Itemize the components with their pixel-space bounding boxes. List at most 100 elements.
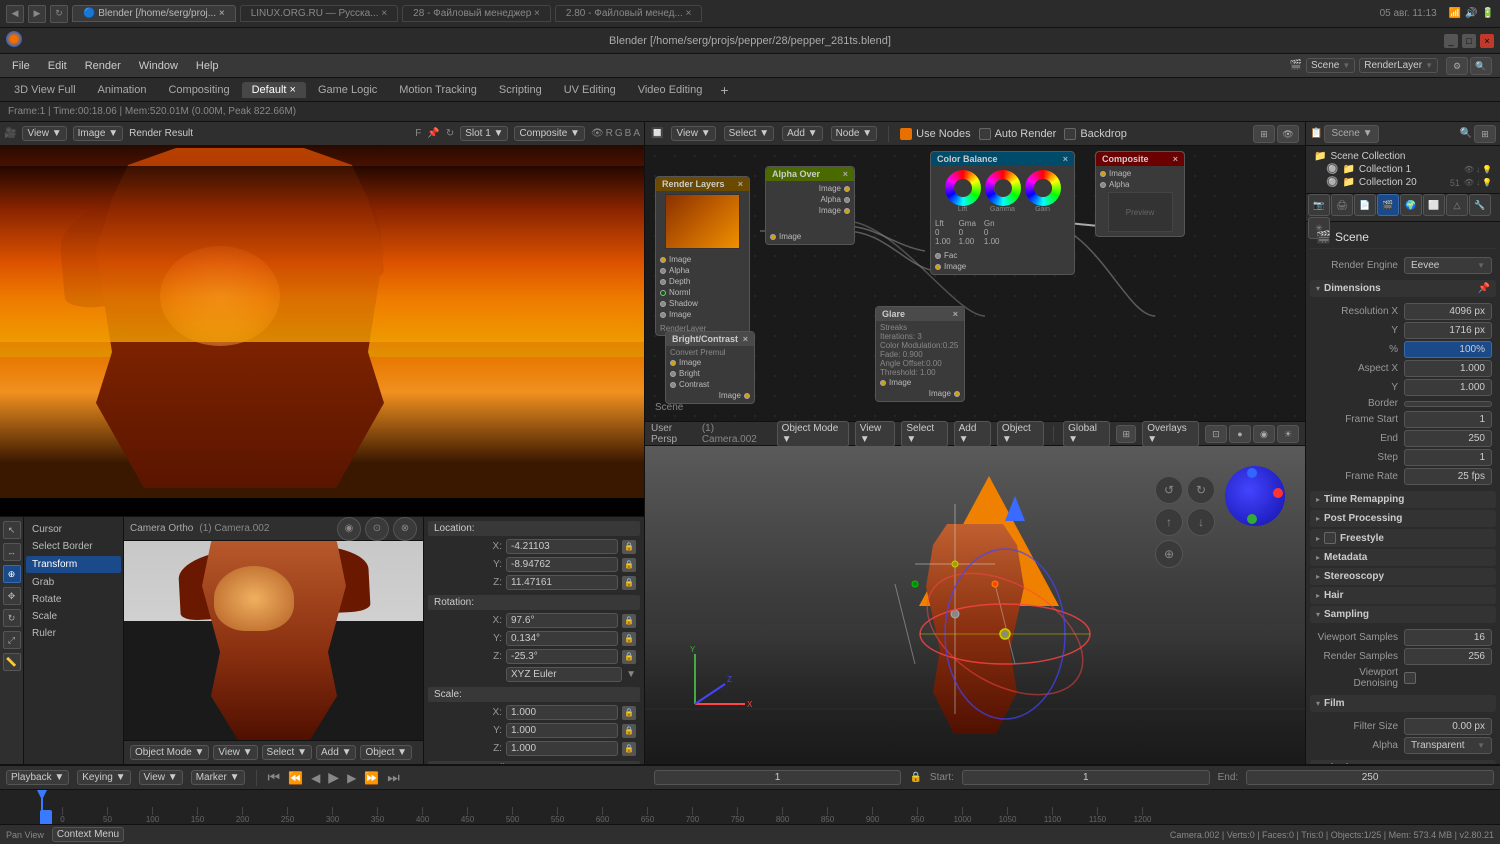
frame-start-value[interactable]: 1 xyxy=(1404,411,1492,428)
overlays-dropdown[interactable]: Overlays ▼ xyxy=(1142,421,1199,447)
browser-tab-1[interactable]: 🔵 Blender [/home/serg/proj... × xyxy=(72,5,236,22)
tool-select-border[interactable]: Select Border xyxy=(26,538,121,555)
film-section[interactable]: ▾ Film xyxy=(1310,695,1496,712)
jump-start-btn[interactable]: ⏮ xyxy=(268,769,281,786)
global-dropdown[interactable]: Global ▼ xyxy=(1063,421,1110,447)
gizmo-x-axis[interactable] xyxy=(1273,488,1283,498)
rot-x[interactable]: 97.6° xyxy=(506,613,618,628)
window-minimize-btn[interactable]: _ xyxy=(1444,34,1458,48)
node-bright-contrast[interactable]: Bright/Contrast × Convert Premul Image B… xyxy=(665,331,755,404)
node-render-layers[interactable]: Render Layers × Image Alpha Depth Norml … xyxy=(655,176,750,336)
tool-rotate[interactable]: Rotate xyxy=(26,591,121,608)
view-vp[interactable]: View ▼ xyxy=(855,421,896,447)
tool-transform[interactable]: Transform xyxy=(26,556,121,573)
jump-end-btn[interactable]: ⏭ xyxy=(387,769,400,786)
tool-grab[interactable]: Grab xyxy=(26,574,121,591)
node-composite[interactable]: Composite × Image Alpha Preview xyxy=(1095,151,1185,237)
menu-edit[interactable]: Edit xyxy=(40,58,75,74)
refresh-btn[interactable]: ↻ xyxy=(446,128,454,139)
vp-samples-value[interactable]: 16 xyxy=(1404,629,1492,646)
vp-denoising-check[interactable] xyxy=(1404,672,1416,684)
filter-btn[interactable]: ⊞ xyxy=(1474,125,1496,143)
prop-tab-mesh[interactable]: △ xyxy=(1446,194,1468,216)
prop-tab-object[interactable]: ⬜ xyxy=(1423,194,1445,216)
add-vp[interactable]: Add ▼ xyxy=(954,421,991,447)
end-frame-input[interactable]: 250 xyxy=(1246,770,1494,785)
scale-y-lock[interactable]: 🔒 xyxy=(622,724,636,738)
node-view-btn[interactable]: 👁 xyxy=(1277,125,1299,143)
tool-icon-grab[interactable]: ✥ xyxy=(3,587,21,605)
tl-playback[interactable]: Playback ▼ xyxy=(6,770,69,785)
tab-compositing[interactable]: Compositing xyxy=(158,82,239,98)
tool-icon-rotate[interactable]: ↻ xyxy=(3,609,21,627)
node-node-dropdown[interactable]: Node ▼ xyxy=(831,126,878,141)
alpha-dropdown[interactable]: Transparent ▼ xyxy=(1404,737,1492,754)
window-maximize-btn[interactable]: □ xyxy=(1462,34,1476,48)
start-frame-input[interactable]: 1 xyxy=(962,770,1210,785)
render-samples-value[interactable]: 256 xyxy=(1404,648,1492,665)
tab-uv-editing[interactable]: UV Editing xyxy=(554,82,626,98)
freestyle-check[interactable] xyxy=(1324,532,1336,544)
orbit-btn-2[interactable]: ↻ xyxy=(1187,476,1215,504)
shading-render[interactable]: ☀ xyxy=(1277,425,1299,443)
icon-btn[interactable]: ⚙ xyxy=(1446,57,1468,75)
select-vp[interactable]: Select ▼ xyxy=(901,421,947,447)
slot-dropdown[interactable]: Slot 1 ▼ xyxy=(460,126,508,141)
render-layer-dropdown[interactable]: RenderLayer ▼ xyxy=(1359,58,1438,73)
prev-keyframe-btn[interactable]: ◀ xyxy=(311,771,320,785)
add-cam[interactable]: Add ▼ xyxy=(316,745,356,760)
img-view-dropdown[interactable]: View ▼ xyxy=(22,126,66,141)
tool-icon-ruler[interactable]: 📏 xyxy=(3,653,21,671)
tool-icon-scale[interactable]: ⤢ xyxy=(3,631,21,649)
rot-mode-expand[interactable]: ▼ xyxy=(626,669,636,680)
object-mode-vp[interactable]: Object Mode ▼ xyxy=(777,421,849,447)
shading-solid[interactable]: ● xyxy=(1229,425,1251,443)
tool-icon-transform[interactable]: ⊕ xyxy=(3,565,21,583)
nav-icon-1[interactable]: ◉ xyxy=(337,517,361,541)
prop-tab-modifier[interactable]: 🔧 xyxy=(1469,194,1491,216)
node-view-dropdown[interactable]: View ▼ xyxy=(671,126,715,141)
tab-motion-tracking[interactable]: Motion Tracking xyxy=(389,82,487,98)
time-remapping-section[interactable]: ▸ Time Remapping xyxy=(1310,491,1496,508)
tl-marker[interactable]: Marker ▼ xyxy=(191,770,245,785)
node-glare[interactable]: Glare × Streaks Iterations: 3 Color Modu… xyxy=(875,306,965,402)
freestyle-section[interactable]: ▸ Freestyle xyxy=(1310,529,1496,547)
prop-tab-scene[interactable]: 🎬 xyxy=(1377,194,1399,216)
loc-y[interactable]: -8.94762 xyxy=(506,557,618,572)
prop-tab-output[interactable]: 🖨 xyxy=(1331,194,1353,216)
menu-window[interactable]: Window xyxy=(131,58,186,74)
prop-tab-view-layer[interactable]: 📄 xyxy=(1354,194,1376,216)
tool-cursor[interactable]: Cursor xyxy=(26,521,121,538)
browser-refresh-btn[interactable]: ↻ xyxy=(50,5,68,23)
tab-animation[interactable]: Animation xyxy=(88,82,157,98)
scale-z-lock[interactable]: 🔒 xyxy=(622,742,636,756)
composite-dropdown[interactable]: Composite ▼ xyxy=(514,126,584,141)
browser-tab-4[interactable]: 2.80 - Файловый менед... × xyxy=(555,5,703,22)
loc-z[interactable]: 11.47161 xyxy=(506,575,618,590)
use-nodes-check[interactable] xyxy=(900,128,912,140)
loc-x[interactable]: -4.21103 xyxy=(506,539,618,554)
border-checkbox[interactable] xyxy=(1404,401,1492,407)
tool-icon-move[interactable]: ↔ xyxy=(3,543,21,561)
prop-tab-render[interactable]: 📷 xyxy=(1308,194,1330,216)
frame-end-value[interactable]: 250 xyxy=(1404,430,1492,447)
node-color-balance[interactable]: Color Balance × Lift Gamma xyxy=(930,151,1075,275)
add-workspace-btn[interactable]: + xyxy=(714,82,734,98)
tab-scripting[interactable]: Scripting xyxy=(489,82,552,98)
window-close-btn[interactable]: × xyxy=(1480,34,1494,48)
tab-default[interactable]: Default × xyxy=(242,82,306,98)
orbit-controls[interactable]: ↺ ↻ ↑ ↓ ⊕ xyxy=(1155,476,1215,568)
browser-tab-2[interactable]: LINUX.ORG.RU — Русска... × xyxy=(240,5,398,22)
img-image-dropdown[interactable]: Image ▼ xyxy=(73,126,123,141)
context-menu-btn[interactable]: Context Menu xyxy=(52,827,124,842)
shading-wire[interactable]: ⊡ xyxy=(1205,425,1227,443)
gizmo-z-axis[interactable] xyxy=(1247,468,1257,478)
current-frame-input[interactable]: 1 xyxy=(654,770,902,785)
play-btn[interactable]: ▶ xyxy=(328,769,339,786)
scale-x-lock[interactable]: 🔒 xyxy=(622,706,636,720)
rot-z-lock[interactable]: 🔒 xyxy=(622,650,636,664)
loc-z-lock[interactable]: 🔒 xyxy=(622,576,636,590)
aspect-y-value[interactable]: 1.000 xyxy=(1404,379,1492,396)
scale-z[interactable]: 1.000 xyxy=(506,741,618,756)
object-vp[interactable]: Object ▼ xyxy=(997,421,1044,447)
